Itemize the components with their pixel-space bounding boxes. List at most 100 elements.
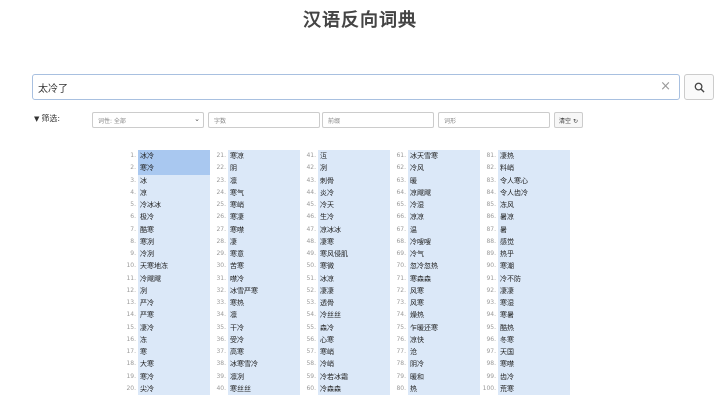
result-item[interactable]: 34. 凛 (208, 309, 300, 322)
result-word[interactable]: 阴 (228, 162, 300, 175)
result-word[interactable]: 冷森森 (318, 382, 390, 395)
result-item[interactable]: 22. 阴 (208, 162, 300, 175)
result-item[interactable]: 43. 刺骨 (298, 174, 390, 187)
result-word[interactable]: 令人齿冷 (498, 186, 570, 199)
result-word[interactable]: 凄冷 (138, 321, 210, 334)
result-word[interactable]: 凄 (228, 235, 300, 248)
result-item[interactable]: 14. 严寒 (118, 309, 210, 322)
result-item[interactable]: 96. 冬寒 (478, 333, 570, 346)
result-word[interactable]: 酷寒 (138, 223, 210, 236)
result-word[interactable]: 心寒 (318, 333, 390, 346)
result-word[interactable]: 暖 (408, 174, 480, 187)
result-word[interactable]: 冷飕飕 (138, 272, 210, 285)
result-item[interactable]: 25. 寒峭 (208, 199, 300, 212)
clear-icon[interactable]: × (660, 79, 671, 94)
result-item[interactable]: 58. 冷峭 (298, 358, 390, 371)
result-item[interactable]: 94. 寒暑 (478, 309, 570, 322)
result-word[interactable]: 冷湿 (408, 199, 480, 212)
result-word[interactable]: 寒凉 (228, 150, 300, 163)
result-item[interactable]: 91. 冷不防 (478, 272, 570, 285)
result-word[interactable]: 寒湿 (498, 297, 570, 310)
result-item[interactable]: 73. 风寒 (388, 297, 480, 310)
result-word[interactable]: 刺骨 (318, 174, 390, 187)
result-word[interactable]: 冷若冰霜 (318, 370, 390, 383)
result-item[interactable]: 36. 受冷 (208, 333, 300, 346)
result-item[interactable]: 18. 大寒 (118, 358, 210, 371)
result-item[interactable]: 12. 冽 (118, 284, 210, 297)
result-item[interactable]: 29. 寒意 (208, 248, 300, 261)
result-word[interactable]: 暑 (498, 223, 570, 236)
result-item[interactable]: 35. 干冷 (208, 321, 300, 334)
result-word[interactable]: 凄热 (498, 150, 570, 163)
result-item[interactable]: 3. 冰 (118, 174, 210, 187)
result-word[interactable]: 凉飕飕 (408, 186, 480, 199)
result-item[interactable]: 55. 森冷 (298, 321, 390, 334)
result-word[interactable]: 冬寒 (498, 333, 570, 346)
result-word[interactable]: 寒意 (228, 248, 300, 261)
result-item[interactable]: 9. 冷冽 (118, 248, 210, 261)
result-item[interactable]: 39. 凛冽 (208, 370, 300, 383)
result-item[interactable]: 54. 冷丝丝 (298, 309, 390, 322)
result-item[interactable]: 41. 沍 (298, 150, 390, 163)
result-item[interactable]: 31. 噤冷 (208, 272, 300, 285)
result-item[interactable]: 84. 令人齿冷 (478, 186, 570, 199)
result-word[interactable]: 荒寒 (498, 382, 570, 395)
result-word[interactable]: 冰凉 (318, 272, 390, 285)
result-word[interactable]: 凉冰冰 (318, 223, 390, 236)
result-word[interactable]: 凉快 (408, 333, 480, 346)
result-item[interactable]: 49. 寒风侵肌 (298, 248, 390, 261)
zishu-field[interactable]: 字数 (208, 112, 320, 128)
result-item[interactable]: 4. 凉 (118, 186, 210, 199)
result-item[interactable]: 48. 凄寒 (298, 235, 390, 248)
result-item[interactable]: 51. 冰凉 (298, 272, 390, 285)
result-word[interactable]: 寒冷 (138, 162, 210, 175)
result-item[interactable]: 78. 阴冷 (388, 358, 480, 371)
result-item[interactable]: 88. 感觉 (478, 235, 570, 248)
result-item[interactable]: 64. 凉飕飕 (388, 186, 480, 199)
result-item[interactable]: 28. 凄 (208, 235, 300, 248)
qianzhui-field[interactable]: 前缀 (322, 112, 434, 128)
result-item[interactable]: 93. 寒湿 (478, 297, 570, 310)
result-item[interactable]: 24. 寒气 (208, 186, 300, 199)
result-word[interactable]: 寒暑 (498, 309, 570, 322)
result-word[interactable]: 寒峭 (318, 346, 390, 359)
result-word[interactable]: 热乎 (498, 248, 570, 261)
result-word[interactable]: 凄凄 (318, 284, 390, 297)
result-word[interactable]: 天国 (498, 346, 570, 359)
result-word[interactable]: 风寒 (408, 284, 480, 297)
result-word[interactable]: 冷峭 (318, 358, 390, 371)
result-word[interactable]: 燥热 (408, 309, 480, 322)
result-word[interactable]: 生冷 (318, 211, 390, 224)
result-item[interactable]: 66. 凉凉 (388, 211, 480, 224)
result-word[interactable]: 冷嗖嗖 (408, 235, 480, 248)
result-word[interactable]: 严寒 (138, 309, 210, 322)
result-word[interactable]: 料峭 (498, 162, 570, 175)
result-item[interactable]: 53. 透骨 (298, 297, 390, 310)
result-word[interactable]: 热 (408, 382, 480, 395)
result-word[interactable]: 大寒 (138, 358, 210, 371)
result-item[interactable]: 19. 寒冷 (118, 370, 210, 383)
result-word[interactable]: 风寒 (408, 297, 480, 310)
result-item[interactable]: 2. 寒冷 (118, 162, 210, 175)
result-word[interactable]: 寒热 (228, 297, 300, 310)
result-item[interactable]: 75. 乍暖还寒 (388, 321, 480, 334)
result-item[interactable]: 100. 荒寒 (478, 382, 570, 395)
pos-select[interactable]: 词性: 全部 ⌄ (92, 112, 204, 128)
result-word[interactable]: 寒微 (318, 260, 390, 273)
result-word[interactable]: 冰天雪寒 (408, 150, 480, 163)
clear-filter-button[interactable]: 清空 ↻ (554, 112, 583, 128)
result-word[interactable]: 温 (408, 223, 480, 236)
result-item[interactable]: 44. 炎冷 (298, 186, 390, 199)
result-item[interactable]: 50. 寒微 (298, 260, 390, 273)
result-item[interactable]: 65. 冷湿 (388, 199, 480, 212)
result-item[interactable]: 89. 热乎 (478, 248, 570, 261)
result-item[interactable]: 60. 冷森森 (298, 382, 390, 395)
result-word[interactable]: 齿冷 (498, 370, 570, 383)
result-item[interactable]: 79. 暖和 (388, 370, 480, 383)
search-box[interactable]: × (32, 74, 680, 100)
result-item[interactable]: 42. 冽 (298, 162, 390, 175)
result-word[interactable]: 沍 (318, 150, 390, 163)
result-item[interactable]: 68. 冷嗖嗖 (388, 235, 480, 248)
result-word[interactable]: 寒丝丝 (228, 382, 300, 395)
result-item[interactable]: 72. 风寒 (388, 284, 480, 297)
